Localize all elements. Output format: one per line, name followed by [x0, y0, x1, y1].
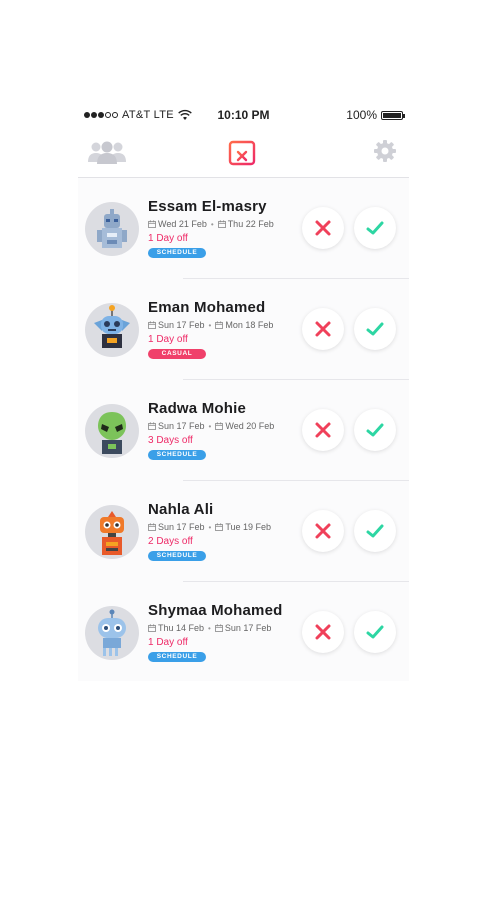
date-range: Wed 21 Feb • Thu 22 Feb [148, 219, 274, 229]
nav-bar [78, 127, 409, 178]
leave-type-badge: SCHEDULE [148, 652, 206, 662]
approve-button[interactable] [354, 207, 396, 249]
close-icon [315, 422, 331, 438]
end-date: Sun 17 Feb [224, 623, 272, 633]
days-off-count: 2 Days off [148, 536, 193, 547]
approve-button[interactable] [354, 308, 396, 350]
leave-type-badge: SCHEDULE [148, 248, 206, 258]
days-off-count: 1 Day off [148, 334, 188, 345]
calendar-icon [214, 624, 223, 632]
date-range: Thu 14 Feb • Sun 17 Feb [148, 623, 271, 633]
end-date: Thu 22 Feb [227, 219, 274, 229]
avatar [85, 606, 139, 660]
end-date: Mon 18 Feb [225, 320, 274, 330]
employee-name: Nahla Ali [148, 501, 214, 518]
date-range: Sun 17 Feb • Tue 19 Feb [148, 522, 271, 532]
end-date: Wed 20 Feb [225, 421, 275, 431]
close-icon [315, 220, 331, 236]
employee-name: Essam El-masry [148, 198, 267, 215]
leave-request-list: Essam El-masry Wed 21 Feb • Thu 22 Feb 1… [78, 178, 409, 681]
request-row[interactable]: Eman Mohamed Sun 17 Feb • Mon 18 Feb 1 D… [78, 279, 409, 380]
avatar [85, 202, 139, 256]
approve-button[interactable] [354, 510, 396, 552]
reject-button[interactable] [302, 207, 344, 249]
start-date: Sun 17 Feb [158, 522, 205, 532]
date-range: Sun 17 Feb • Mon 18 Feb [148, 320, 273, 330]
battery-icon [381, 110, 405, 120]
approve-button[interactable] [354, 611, 396, 653]
separator-dot: • [208, 623, 211, 633]
leave-type-badge: SCHEDULE [148, 551, 206, 561]
date-range: Sun 17 Feb • Wed 20 Feb [148, 421, 274, 431]
separator-dot: • [208, 522, 212, 532]
robot-gray-icon [85, 202, 139, 256]
reject-button[interactable] [302, 611, 344, 653]
gear-icon[interactable] [374, 140, 396, 162]
robot-orange-icon [85, 505, 139, 559]
days-off-count: 1 Day off [148, 637, 188, 648]
avatar [85, 303, 139, 357]
separator-dot: • [208, 421, 212, 431]
start-date: Sun 17 Feb [158, 320, 205, 330]
calendar-icon [148, 220, 156, 228]
status-right: 100% [346, 108, 405, 122]
calendar-icon [148, 422, 156, 430]
battery-level [383, 112, 401, 118]
request-row[interactable]: Nahla Ali Sun 17 Feb • Tue 19 Feb 2 Days… [78, 481, 409, 582]
avatar [85, 404, 139, 458]
request-row[interactable]: Radwa Mohie Sun 17 Feb • Wed 20 Feb 3 Da… [78, 380, 409, 481]
leave-type-badge: SCHEDULE [148, 450, 206, 460]
calendar-icon [215, 321, 224, 329]
request-row[interactable]: Shymaa Mohamed Thu 14 Feb • Sun 17 Feb 1… [78, 582, 409, 681]
end-date: Tue 19 Feb [225, 522, 272, 532]
start-date: Sun 17 Feb [158, 421, 205, 431]
reject-button[interactable] [302, 510, 344, 552]
start-date: Wed 21 Feb [158, 219, 207, 229]
battery-percent: 100% [346, 108, 377, 122]
leave-type-badge: CASUAL [148, 349, 206, 359]
start-date: Thu 14 Feb [158, 623, 205, 633]
avatar [85, 505, 139, 559]
calendar-reject-icon[interactable] [228, 138, 256, 166]
check-icon [366, 423, 384, 437]
calendar-icon [148, 624, 156, 632]
check-icon [366, 221, 384, 235]
close-icon [315, 321, 331, 337]
calendar-icon [148, 321, 156, 329]
days-off-count: 3 Days off [148, 435, 193, 446]
employee-name: Eman Mohamed [148, 299, 266, 316]
separator-dot: • [210, 219, 214, 229]
check-icon [366, 322, 384, 336]
close-icon [315, 523, 331, 539]
check-icon [366, 524, 384, 538]
employee-name: Radwa Mohie [148, 400, 247, 417]
status-bar: AT&T LTE 10:10 PM 100% [78, 103, 409, 127]
approve-button[interactable] [354, 409, 396, 451]
calendar-icon [215, 422, 224, 430]
employee-name: Shymaa Mohamed [148, 602, 283, 619]
separator-dot: • [208, 320, 212, 330]
calendar-icon [215, 523, 224, 531]
robot-blue-antenna-icon [85, 303, 139, 357]
calendar-icon [148, 523, 156, 531]
calendar-icon [217, 220, 226, 228]
request-row[interactable]: Essam El-masry Wed 21 Feb • Thu 22 Feb 1… [78, 178, 409, 279]
team-icon[interactable] [88, 140, 126, 164]
reject-button[interactable] [302, 409, 344, 451]
days-off-count: 1 Day off [148, 233, 188, 244]
phone-screen: AT&T LTE 10:10 PM 100% Essam El-masry We… [78, 103, 409, 681]
close-icon [315, 624, 331, 640]
robot-lightblue-icon [85, 606, 139, 660]
reject-button[interactable] [302, 308, 344, 350]
alien-green-icon [85, 404, 139, 458]
check-icon [366, 625, 384, 639]
